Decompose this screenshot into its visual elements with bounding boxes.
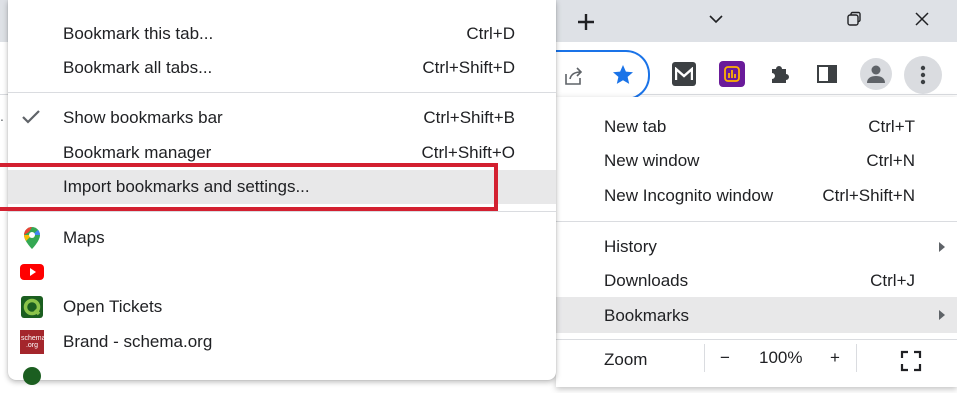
menu-item-label: Bookmark manager	[63, 143, 212, 162]
fullscreen-icon[interactable]	[900, 350, 922, 372]
open-tickets-icon	[20, 295, 44, 319]
menu-item-bookmark-this-tab[interactable]: Bookmark this tab... Ctrl+D	[8, 17, 556, 51]
zoom-divider	[856, 344, 857, 372]
menu-item-bookmark-all-tabs[interactable]: Bookmark all tabs... Ctrl+Shift+D	[8, 51, 556, 85]
menu-item-shortcut: Ctrl+Shift+D	[422, 58, 515, 77]
bookmark-star-icon[interactable]	[610, 62, 636, 88]
bookmark-item-maps[interactable]: Maps	[8, 221, 556, 255]
schema-org-favicon-text: schema .org	[21, 335, 46, 349]
bookmark-label: Open Tickets	[63, 297, 163, 316]
close-window-icon[interactable]	[908, 6, 936, 32]
menu-item-label: Bookmarks	[604, 306, 690, 325]
menu-item-show-bookmarks-bar[interactable]: Show bookmarks bar Ctrl+Shift+B	[8, 101, 556, 135]
menu-item-shortcut: Ctrl+Shift+N	[822, 186, 915, 205]
bookmark-label: Maps	[63, 228, 105, 247]
menu-item-shortcut: Ctrl+T	[868, 117, 915, 136]
bookmark-item-open-tickets[interactable]: Open Tickets	[8, 290, 556, 324]
menu-item-new-incognito-window[interactable]: New Incognito window Ctrl+Shift+N	[556, 179, 957, 213]
bookmark-label: Brand - schema.org	[63, 332, 213, 351]
youtube-icon	[20, 260, 44, 284]
menu-item-history[interactable]: History	[556, 230, 957, 264]
profile-avatar-icon[interactable]	[860, 58, 892, 90]
menu-item-label: Show bookmarks bar	[63, 108, 223, 127]
schema-org-icon: schema .org	[20, 330, 46, 354]
chrome-main-menu: New tab Ctrl+T New window Ctrl+N New Inc…	[556, 97, 957, 387]
menu-item-label: Bookmark all tabs...	[63, 58, 213, 77]
menu-item-new-tab[interactable]: New tab Ctrl+T	[556, 110, 957, 144]
menu-item-bookmarks[interactable]: Bookmarks	[556, 297, 957, 333]
zoom-out-button[interactable]: −	[720, 348, 730, 368]
menu-item-shortcut: Ctrl+D	[466, 24, 515, 43]
menu-item-label: Bookmark this tab...	[63, 24, 214, 43]
menu-item-label: New Incognito window	[604, 186, 774, 205]
restore-window-icon[interactable]	[840, 6, 868, 32]
extension-chart-icon[interactable]	[719, 61, 745, 87]
bookmark-item-youtube[interactable]	[8, 255, 556, 289]
share-icon[interactable]	[562, 64, 586, 88]
menu-item-label: New tab	[604, 117, 667, 136]
menu-item-shortcut: Ctrl+N	[866, 151, 915, 170]
menu-separator	[8, 211, 556, 212]
chrome-menu-kebab-icon[interactable]	[904, 56, 942, 94]
menu-item-label: Downloads	[604, 271, 689, 290]
submenu-arrow-icon	[939, 310, 945, 320]
bookmark-item-schema-org[interactable]: schema .org Brand - schema.org	[8, 325, 556, 359]
menu-separator	[556, 221, 957, 222]
zoom-divider	[704, 344, 705, 372]
menu-item-new-window[interactable]: New window Ctrl+N	[556, 144, 957, 178]
menu-item-shortcut: Ctrl+Shift+O	[421, 143, 515, 162]
annotation-highlight-box	[0, 163, 498, 211]
submenu-arrow-icon	[939, 242, 945, 252]
bookmark-item-partial[interactable]	[8, 359, 556, 393]
extensions-puzzle-icon[interactable]	[767, 62, 791, 86]
menu-item-shortcut: Ctrl+Shift+B	[423, 108, 515, 127]
menu-item-label: New window	[604, 151, 700, 170]
menu-separator	[556, 339, 957, 340]
zoom-row: Zoom − 100% +	[556, 344, 957, 372]
zoom-in-button[interactable]: +	[830, 348, 840, 368]
side-panel-icon[interactable]	[815, 62, 839, 86]
new-tab-plus-icon[interactable]	[574, 10, 598, 34]
page-edge-fragment: .	[0, 108, 4, 124]
zoom-value: 100%	[759, 348, 803, 367]
google-maps-icon	[20, 226, 44, 250]
checkmark-icon	[21, 108, 41, 131]
menu-item-label: History	[604, 237, 657, 256]
menu-separator	[8, 92, 556, 93]
menu-item-downloads[interactable]: Downloads Ctrl+J	[556, 264, 957, 298]
extension-m-icon[interactable]	[672, 62, 696, 86]
tab-search-chevron-icon[interactable]	[702, 6, 730, 32]
partial-bookmark-icon	[20, 364, 44, 388]
zoom-label: Zoom	[604, 350, 648, 369]
menu-item-shortcut: Ctrl+J	[870, 271, 915, 290]
